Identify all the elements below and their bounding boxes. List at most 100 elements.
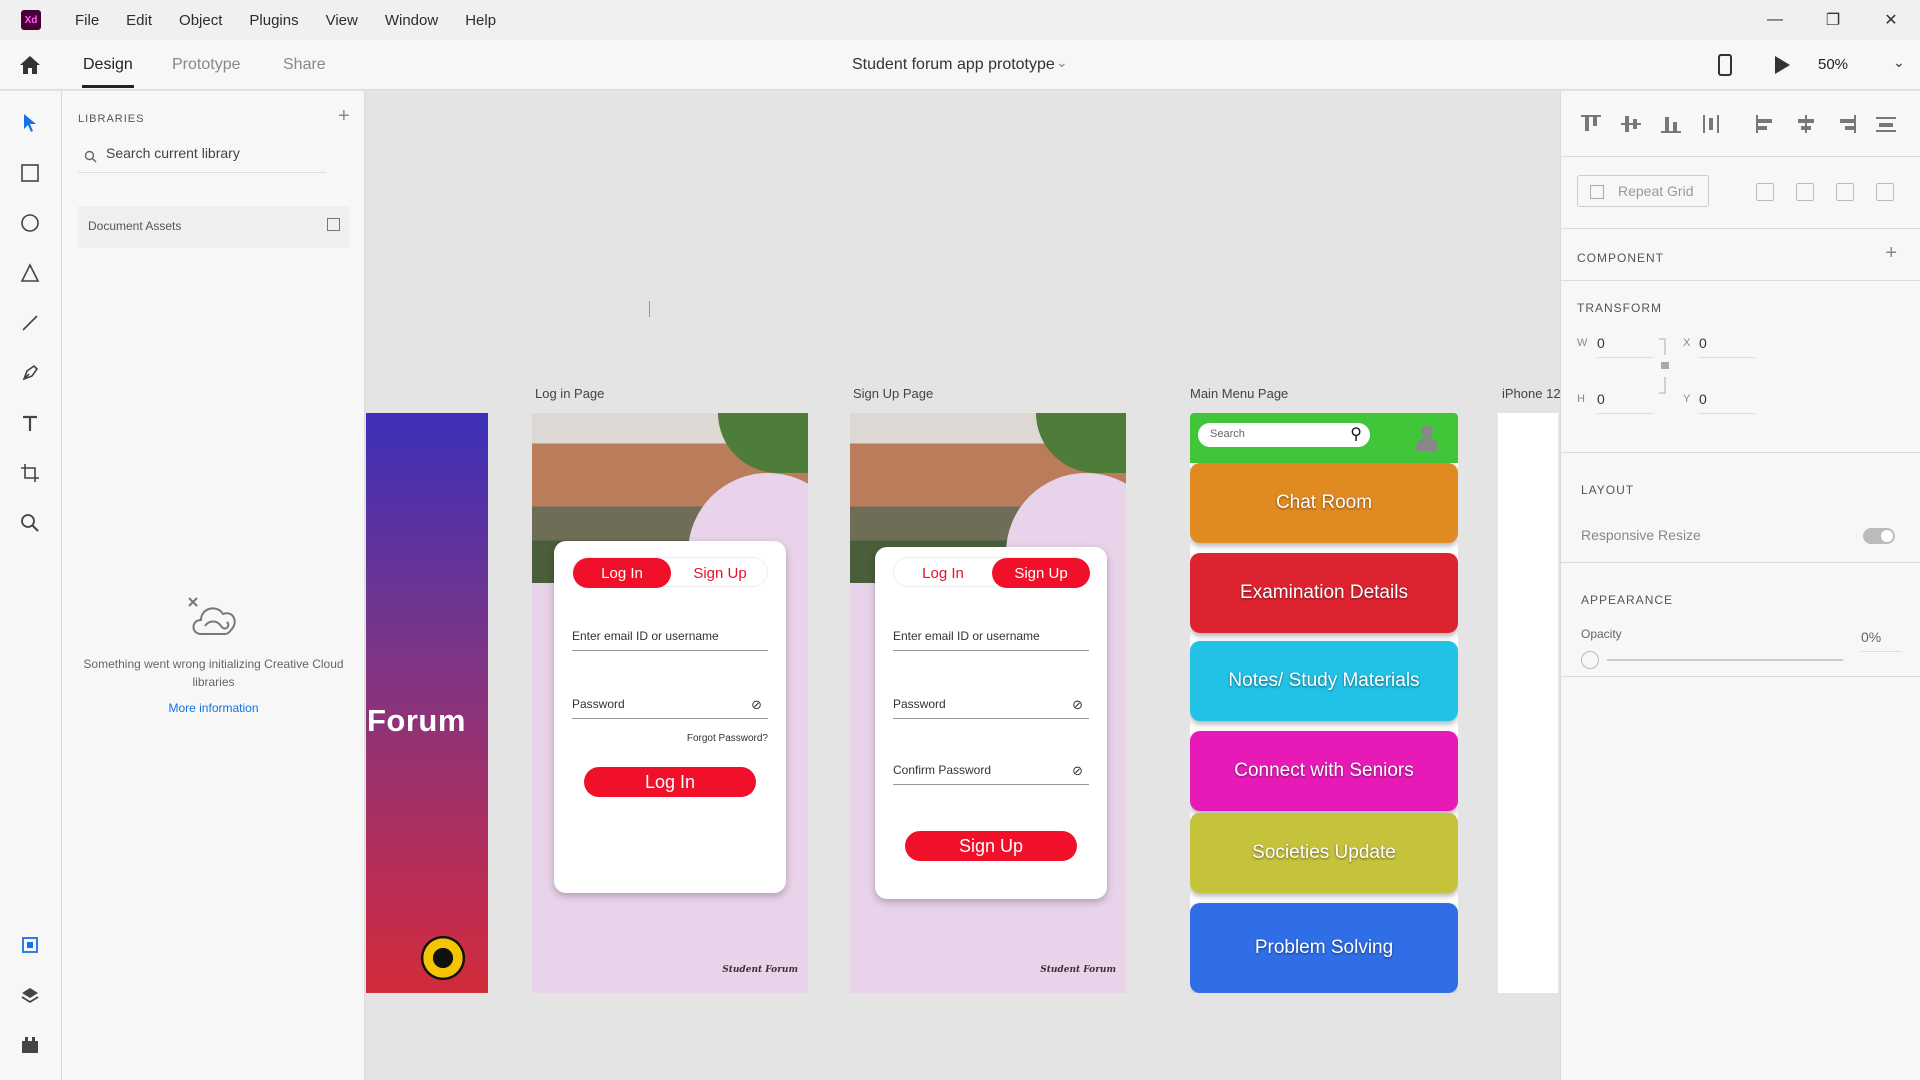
xd-logo-icon: Xd — [21, 10, 41, 30]
add-component-icon[interactable]: + — [1885, 242, 1897, 265]
x-field[interactable]: 0 — [1699, 335, 1755, 358]
alignment-toolbar — [1561, 91, 1920, 157]
appearance-title: APPEARANCE — [1581, 593, 1674, 607]
menu-file[interactable]: File — [75, 12, 99, 29]
opacity-slider-track[interactable] — [1607, 659, 1843, 661]
width-field[interactable]: 0 — [1597, 335, 1653, 358]
artboard-splash[interactable]: Forum — [366, 413, 488, 993]
tab-prototype[interactable]: Prototype — [172, 56, 240, 74]
login-tab[interactable]: Log In — [894, 558, 992, 588]
close-button[interactable]: ✕ — [1862, 0, 1920, 40]
minimize-button[interactable]: — — [1746, 0, 1804, 40]
align-left-icon[interactable] — [1756, 115, 1776, 133]
signup-tab[interactable]: Sign Up — [671, 558, 769, 588]
library-search-input[interactable]: Search current library — [78, 141, 326, 173]
password-field[interactable]: Password ⊘ — [572, 697, 768, 719]
rectangle-tool-icon[interactable] — [18, 161, 42, 185]
height-field[interactable]: 0 — [1597, 391, 1653, 414]
home-icon[interactable] — [18, 53, 42, 77]
menu-item-notes[interactable]: Notes/ Study Materials — [1190, 641, 1458, 721]
artboard-signup[interactable]: Log In Sign Up Enter email ID or usernam… — [850, 413, 1126, 993]
password-field[interactable]: Password ⊘ — [893, 697, 1089, 719]
text-tool-icon[interactable] — [18, 411, 42, 435]
polygon-tool-icon[interactable] — [18, 261, 42, 285]
artboard-label-iphone[interactable]: iPhone 12 — [1502, 386, 1560, 401]
artboard-iphone-12[interactable] — [1498, 413, 1558, 993]
more-information-link[interactable]: More information — [62, 701, 365, 715]
menu-object[interactable]: Object — [179, 12, 222, 29]
design-canvas[interactable]: Forum Log in Page Log In Sign Up Enter e… — [366, 91, 1560, 1080]
menu-plugins[interactable]: Plugins — [249, 12, 298, 29]
avatar-icon[interactable] — [1413, 423, 1441, 451]
menu-help[interactable]: Help — [465, 12, 496, 29]
menu-item-problem-solving[interactable]: Problem Solving — [1190, 903, 1458, 993]
repeat-grid-button[interactable]: Repeat Grid — [1577, 175, 1709, 207]
email-field[interactable]: Enter email ID or username — [572, 629, 768, 651]
eye-slash-icon[interactable]: ⊘ — [751, 697, 762, 713]
repeat-grid-row: Repeat Grid — [1561, 157, 1920, 229]
artboard-login[interactable]: Log In Sign Up Enter email ID or usernam… — [532, 413, 808, 993]
y-field[interactable]: 0 — [1699, 391, 1755, 414]
align-center-icon[interactable] — [1796, 115, 1816, 133]
boolean-exclude-icon[interactable] — [1876, 183, 1894, 201]
align-bottom-icon[interactable] — [1661, 115, 1681, 133]
document-assets-item[interactable]: Document Assets — [78, 206, 350, 248]
artboard-main-menu[interactable]: Search ⚲ Chat Room Examination Details N… — [1190, 413, 1458, 993]
tab-design[interactable]: Design — [83, 56, 133, 74]
assets-panel-icon[interactable] — [18, 933, 42, 957]
layout-title: LAYOUT — [1581, 483, 1635, 497]
signup-tab[interactable]: Sign Up — [992, 558, 1090, 588]
pen-tool-icon[interactable] — [18, 361, 42, 385]
line-tool-icon[interactable] — [18, 311, 42, 335]
menu-view[interactable]: View — [326, 12, 358, 29]
align-top-icon[interactable] — [1581, 115, 1601, 133]
plugins-panel-icon[interactable] — [18, 1033, 42, 1057]
libraries-panel: LIBRARIES + Search current library Docum… — [62, 91, 365, 1080]
boolean-add-icon[interactable] — [1756, 183, 1774, 201]
eye-slash-icon[interactable]: ⊘ — [1072, 763, 1083, 779]
zoom-level[interactable]: 50% — [1818, 56, 1848, 73]
menu-edit[interactable]: Edit — [126, 12, 152, 29]
confirm-password-field[interactable]: Confirm Password ⊘ — [893, 763, 1089, 785]
lock-aspect-icon[interactable] — [1657, 337, 1671, 395]
artboard-label-login[interactable]: Log in Page — [535, 386, 604, 401]
opacity-slider-thumb[interactable] — [1581, 651, 1599, 669]
restore-button[interactable]: ❐ — [1804, 0, 1862, 40]
artboard-label-signup[interactable]: Sign Up Page — [853, 386, 933, 401]
chevron-down-icon[interactable]: ⌄ — [1056, 54, 1068, 71]
student-forum-signature: Student Forum — [722, 965, 798, 975]
add-library-icon[interactable]: + — [338, 105, 350, 128]
artboard-tool-icon[interactable] — [18, 461, 42, 485]
device-preview-icon[interactable] — [1718, 54, 1732, 76]
menu-item-chat-room[interactable]: Chat Room — [1190, 463, 1458, 543]
select-tool-icon[interactable] — [18, 111, 42, 135]
layers-panel-icon[interactable] — [18, 983, 42, 1007]
align-middle-icon[interactable] — [1621, 115, 1641, 133]
forgot-password-link[interactable]: Forgot Password? — [687, 733, 768, 744]
play-icon[interactable] — [1775, 56, 1790, 74]
email-field[interactable]: Enter email ID or username — [893, 629, 1089, 651]
menu-search-input[interactable]: Search ⚲ — [1198, 423, 1370, 447]
signup-button[interactable]: Sign Up — [905, 831, 1077, 861]
menu-item-societies-update[interactable]: Societies Update — [1190, 813, 1458, 893]
menu-window[interactable]: Window — [385, 12, 438, 29]
menu-item-connect-seniors[interactable]: Connect with Seniors — [1190, 731, 1458, 811]
zoom-tool-icon[interactable] — [18, 511, 42, 535]
menu-item-examination-details[interactable]: Examination Details — [1190, 553, 1458, 633]
zoom-chevron-icon[interactable]: ⌄ — [1893, 54, 1905, 71]
distribute-horizontal-icon[interactable] — [1876, 115, 1896, 133]
opacity-field[interactable]: 0% — [1861, 629, 1901, 652]
ellipse-tool-icon[interactable] — [18, 211, 42, 235]
document-title[interactable]: Student forum app prototype — [852, 56, 1055, 74]
tab-share[interactable]: Share — [283, 56, 326, 74]
align-right-icon[interactable] — [1836, 115, 1856, 133]
login-button[interactable]: Log In — [584, 767, 756, 797]
artboard-label-main-menu[interactable]: Main Menu Page — [1190, 386, 1288, 401]
search-icon[interactable]: ⚲ — [1350, 424, 1362, 444]
eye-slash-icon[interactable]: ⊘ — [1072, 697, 1083, 713]
responsive-resize-toggle[interactable] — [1863, 528, 1895, 544]
distribute-vertical-icon[interactable] — [1701, 115, 1721, 133]
boolean-subtract-icon[interactable] — [1796, 183, 1814, 201]
boolean-intersect-icon[interactable] — [1836, 183, 1854, 201]
login-tab[interactable]: Log In — [573, 558, 671, 588]
